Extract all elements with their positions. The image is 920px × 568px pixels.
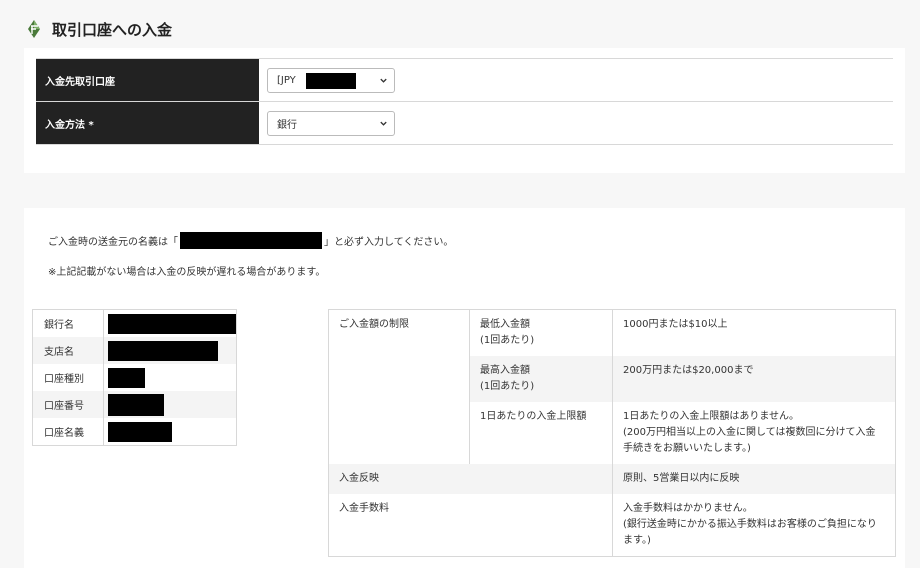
- redacted-value: [108, 393, 164, 416]
- account-select[interactable]: [JPY: [267, 67, 395, 93]
- notice-line-1: ご入金時の送金元の名義は「 」と必ず入力してください。: [48, 232, 453, 249]
- leaf-logo-icon: [28, 20, 40, 38]
- required-mark: *: [88, 119, 94, 131]
- method-label: 入金方法 *: [36, 101, 259, 145]
- bank-info-card: ご入金時の送金元の名義は「 」と必ず入力してください。 ※上記記載がない場合は入…: [24, 208, 905, 568]
- redacted-value: [108, 421, 172, 442]
- min-amount-value: 1000円または$10以上: [623, 319, 728, 330]
- deposit-form-table: 入金先取引口座 [JPY 入金方法 * 銀行: [36, 58, 893, 145]
- max-amount-label: 最高入金額 (1回あたり): [469, 356, 613, 402]
- form-row-method: 入金方法 * 銀行: [36, 101, 893, 145]
- min-amount-label: 最低入金額 (1回あたり): [469, 309, 613, 356]
- redacted-account: [306, 72, 356, 89]
- method-select-value: 銀行: [277, 119, 297, 131]
- redacted-value: [108, 340, 218, 361]
- form-row-account: 入金先取引口座 [JPY: [36, 58, 893, 102]
- reflect-label: 入金反映: [328, 464, 613, 494]
- limits-section-label: ご入金額の制限: [328, 309, 470, 464]
- account-label: 入金先取引口座: [36, 58, 259, 102]
- table-row: 入金手数料 入金手数料はかかりません。 (銀行送金時にかかる振込手数料はお客様のご…: [328, 494, 896, 557]
- max-amount-value: 200万円または$20,000まで: [612, 356, 896, 402]
- method-select[interactable]: 銀行: [267, 110, 395, 136]
- table-row: 入金反映 原則、5営業日以内に反映: [328, 464, 896, 494]
- table-row: 口座種別: [32, 364, 237, 391]
- table-row: 銀行名: [32, 309, 237, 337]
- notice-line-2: ※上記記載がない場合は入金の反映が遅れる場合があります。: [48, 267, 326, 278]
- deposit-limits-table: ご入金額の制限 最低入金額 (1回あたり) 1000円または$10以上 最高入金額…: [328, 309, 896, 557]
- fee-label: 入金手数料: [328, 494, 613, 557]
- account-select-value: [JPY: [277, 74, 296, 86]
- daily-limit-value: 1日あたりの入金上限額はありません。 (200万円相当以上の入金に関しては複数回に…: [623, 411, 876, 454]
- page-title: 取引口座への入金: [52, 20, 173, 39]
- redacted-value: [108, 367, 145, 388]
- table-row: 口座番号: [32, 391, 237, 418]
- deposit-form-card: 入金先取引口座 [JPY 入金方法 * 銀行: [24, 48, 905, 173]
- bank-details-table: 銀行名 支店名 口座種別 口座番号 口座名義: [32, 309, 237, 446]
- page-header: 取引口座への入金: [24, 17, 172, 41]
- table-row: ご入金額の制限 最低入金額 (1回あたり) 1000円または$10以上: [328, 309, 896, 464]
- redacted-sender-name: [180, 232, 322, 249]
- chevron-down-icon: [380, 121, 387, 126]
- reflect-value: 原則、5営業日以内に反映: [612, 464, 896, 494]
- redacted-value: [108, 313, 236, 334]
- chevron-down-icon: [380, 78, 387, 83]
- fee-value: 入金手数料はかかりません。 (銀行送金時にかかる振込手数料はお客様のご負担になりま…: [623, 503, 877, 546]
- table-row: 支店名: [32, 337, 237, 364]
- table-row: 口座名義: [32, 418, 237, 446]
- daily-limit-label: 1日あたりの入金上限額: [469, 402, 613, 464]
